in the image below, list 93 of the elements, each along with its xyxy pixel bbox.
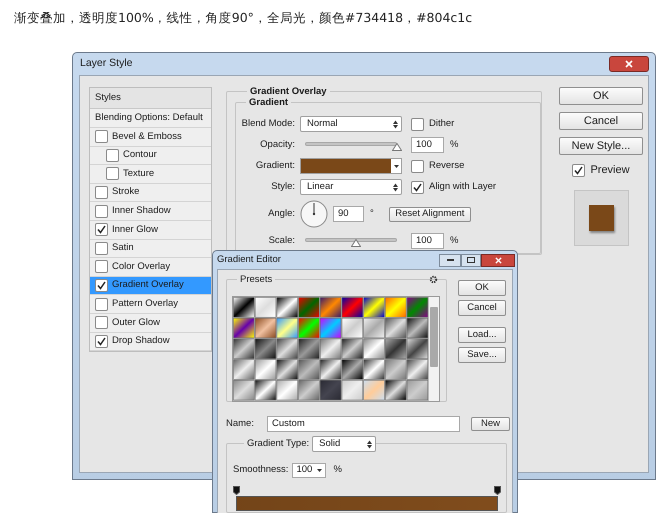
close-button[interactable] bbox=[609, 56, 649, 72]
field-label: Smoothness: bbox=[233, 463, 288, 478]
dialog-button[interactable]: Cancel bbox=[458, 300, 506, 316]
opacity-stop-icon[interactable] bbox=[494, 486, 501, 495]
angle-dial-icon[interactable] bbox=[300, 200, 328, 228]
checkbox[interactable] bbox=[95, 223, 108, 236]
dialog-button[interactable]: Load... bbox=[458, 327, 506, 343]
checkbox-label: Dither bbox=[429, 116, 454, 131]
style-list-item[interactable]: Gradient Overlay bbox=[90, 276, 211, 296]
gradient-type-select[interactable]: Solid bbox=[312, 436, 376, 452]
style-list-item[interactable]: Color Overlay bbox=[90, 258, 211, 277]
style-list-item[interactable]: Inner Glow bbox=[90, 220, 211, 240]
checkbox[interactable] bbox=[95, 242, 108, 255]
checkbox[interactable] bbox=[95, 204, 108, 218]
minimize-icon bbox=[446, 258, 454, 262]
field-label: Name: bbox=[226, 416, 255, 431]
style-select[interactable]: Linear bbox=[300, 179, 402, 195]
checkmark-icon bbox=[97, 336, 106, 346]
maximize-icon bbox=[467, 257, 475, 263]
gradient-picker[interactable] bbox=[300, 158, 402, 174]
name-input[interactable]: Custom bbox=[267, 416, 460, 432]
slider-thumb[interactable] bbox=[392, 143, 402, 151]
minimize-button[interactable] bbox=[439, 254, 461, 266]
preview-swatch bbox=[588, 204, 614, 230]
reset-alignment-button[interactable]: Reset Alignment bbox=[388, 206, 471, 222]
gradient-presets-drawing[interactable] bbox=[233, 297, 429, 401]
field-label: Gradient: bbox=[254, 158, 296, 173]
scrollbar[interactable] bbox=[429, 297, 439, 401]
blend-mode-select[interactable]: Normal bbox=[300, 116, 402, 132]
checkbox[interactable] bbox=[95, 186, 108, 200]
opacity-stop-icon[interactable] bbox=[233, 486, 240, 495]
checkbox[interactable] bbox=[572, 164, 586, 177]
caret-icon bbox=[317, 469, 322, 472]
checkbox[interactable] bbox=[95, 130, 108, 144]
checkbox[interactable] bbox=[95, 334, 108, 348]
window-title: Layer Style bbox=[80, 56, 133, 72]
caption: 渐变叠加，透明度100%，线性，角度90°，全局光，颜色#734418，#804c1c bbox=[14, 10, 472, 25]
field-label: Scale: bbox=[268, 234, 296, 248]
dialog-button[interactable]: Cancel bbox=[559, 112, 643, 130]
checkbox[interactable] bbox=[411, 160, 424, 172]
unit-label: % bbox=[450, 138, 458, 152]
scale-input[interactable]: 100 bbox=[411, 233, 444, 249]
checkbox[interactable] bbox=[411, 118, 424, 130]
window-title: Gradient Editor bbox=[217, 252, 281, 267]
angle-input[interactable]: 90 bbox=[333, 206, 364, 222]
style-list-item[interactable]: Texture bbox=[90, 165, 211, 184]
style-list-item[interactable]: Satin bbox=[90, 240, 211, 258]
checkmark-icon bbox=[97, 225, 106, 234]
checkbox[interactable] bbox=[95, 279, 108, 292]
unit-label: % bbox=[333, 463, 342, 478]
dialog-button[interactable]: OK bbox=[458, 280, 506, 296]
dialog-button[interactable]: OK bbox=[559, 87, 643, 105]
caret-icon bbox=[394, 164, 398, 168]
style-list-item[interactable]: Contour bbox=[90, 146, 211, 166]
checkbox-label: Align with Layer bbox=[429, 180, 496, 194]
checkbox-label: Reverse bbox=[429, 158, 464, 173]
field-label: Style: bbox=[270, 180, 296, 194]
style-list-item[interactable]: Pattern Overlay bbox=[90, 295, 211, 314]
style-list-item[interactable]: Inner Shadow bbox=[90, 202, 211, 221]
checkbox[interactable] bbox=[95, 316, 108, 330]
dialog-button[interactable]: Save... bbox=[458, 347, 506, 363]
field-label: Blend Mode: bbox=[240, 116, 296, 131]
close-button[interactable] bbox=[481, 254, 515, 266]
dialog-button[interactable]: New Style... bbox=[559, 137, 643, 155]
stepper-icon bbox=[393, 182, 398, 192]
gear-icon[interactable] bbox=[429, 275, 438, 284]
checkbox[interactable] bbox=[95, 260, 108, 274]
checkbox-label: Preview bbox=[590, 163, 630, 178]
style-list-item[interactable]: Bevel & Emboss bbox=[90, 128, 211, 147]
opacity-input[interactable]: 100 bbox=[411, 137, 444, 153]
smoothness-input[interactable]: 100 bbox=[292, 463, 326, 478]
checkmark-icon bbox=[574, 166, 584, 175]
slider-thumb[interactable] bbox=[350, 239, 361, 247]
close-icon bbox=[494, 256, 502, 264]
new-button[interactable]: New bbox=[471, 417, 510, 431]
unit-label: ° bbox=[370, 206, 374, 221]
field-label: Opacity: bbox=[259, 138, 296, 152]
stepper-icon bbox=[367, 440, 372, 448]
checkbox[interactable] bbox=[95, 298, 108, 311]
close-icon bbox=[625, 60, 633, 68]
style-list-item[interactable]: Stroke bbox=[90, 184, 211, 202]
style-list-item[interactable]: Drop Shadow bbox=[90, 332, 211, 352]
unit-label: % bbox=[450, 234, 458, 248]
checkbox[interactable] bbox=[106, 167, 119, 180]
style-list-item[interactable]: Outer Glow bbox=[90, 314, 211, 333]
checkmark-icon bbox=[413, 182, 422, 192]
checkmark-icon bbox=[97, 281, 106, 290]
maximize-button[interactable] bbox=[461, 254, 481, 266]
checkbox[interactable] bbox=[411, 180, 424, 194]
field-label: Angle: bbox=[267, 206, 296, 221]
checkbox[interactable] bbox=[106, 148, 119, 162]
stepper-icon bbox=[393, 120, 398, 128]
styles-header: Styles bbox=[90, 88, 211, 109]
